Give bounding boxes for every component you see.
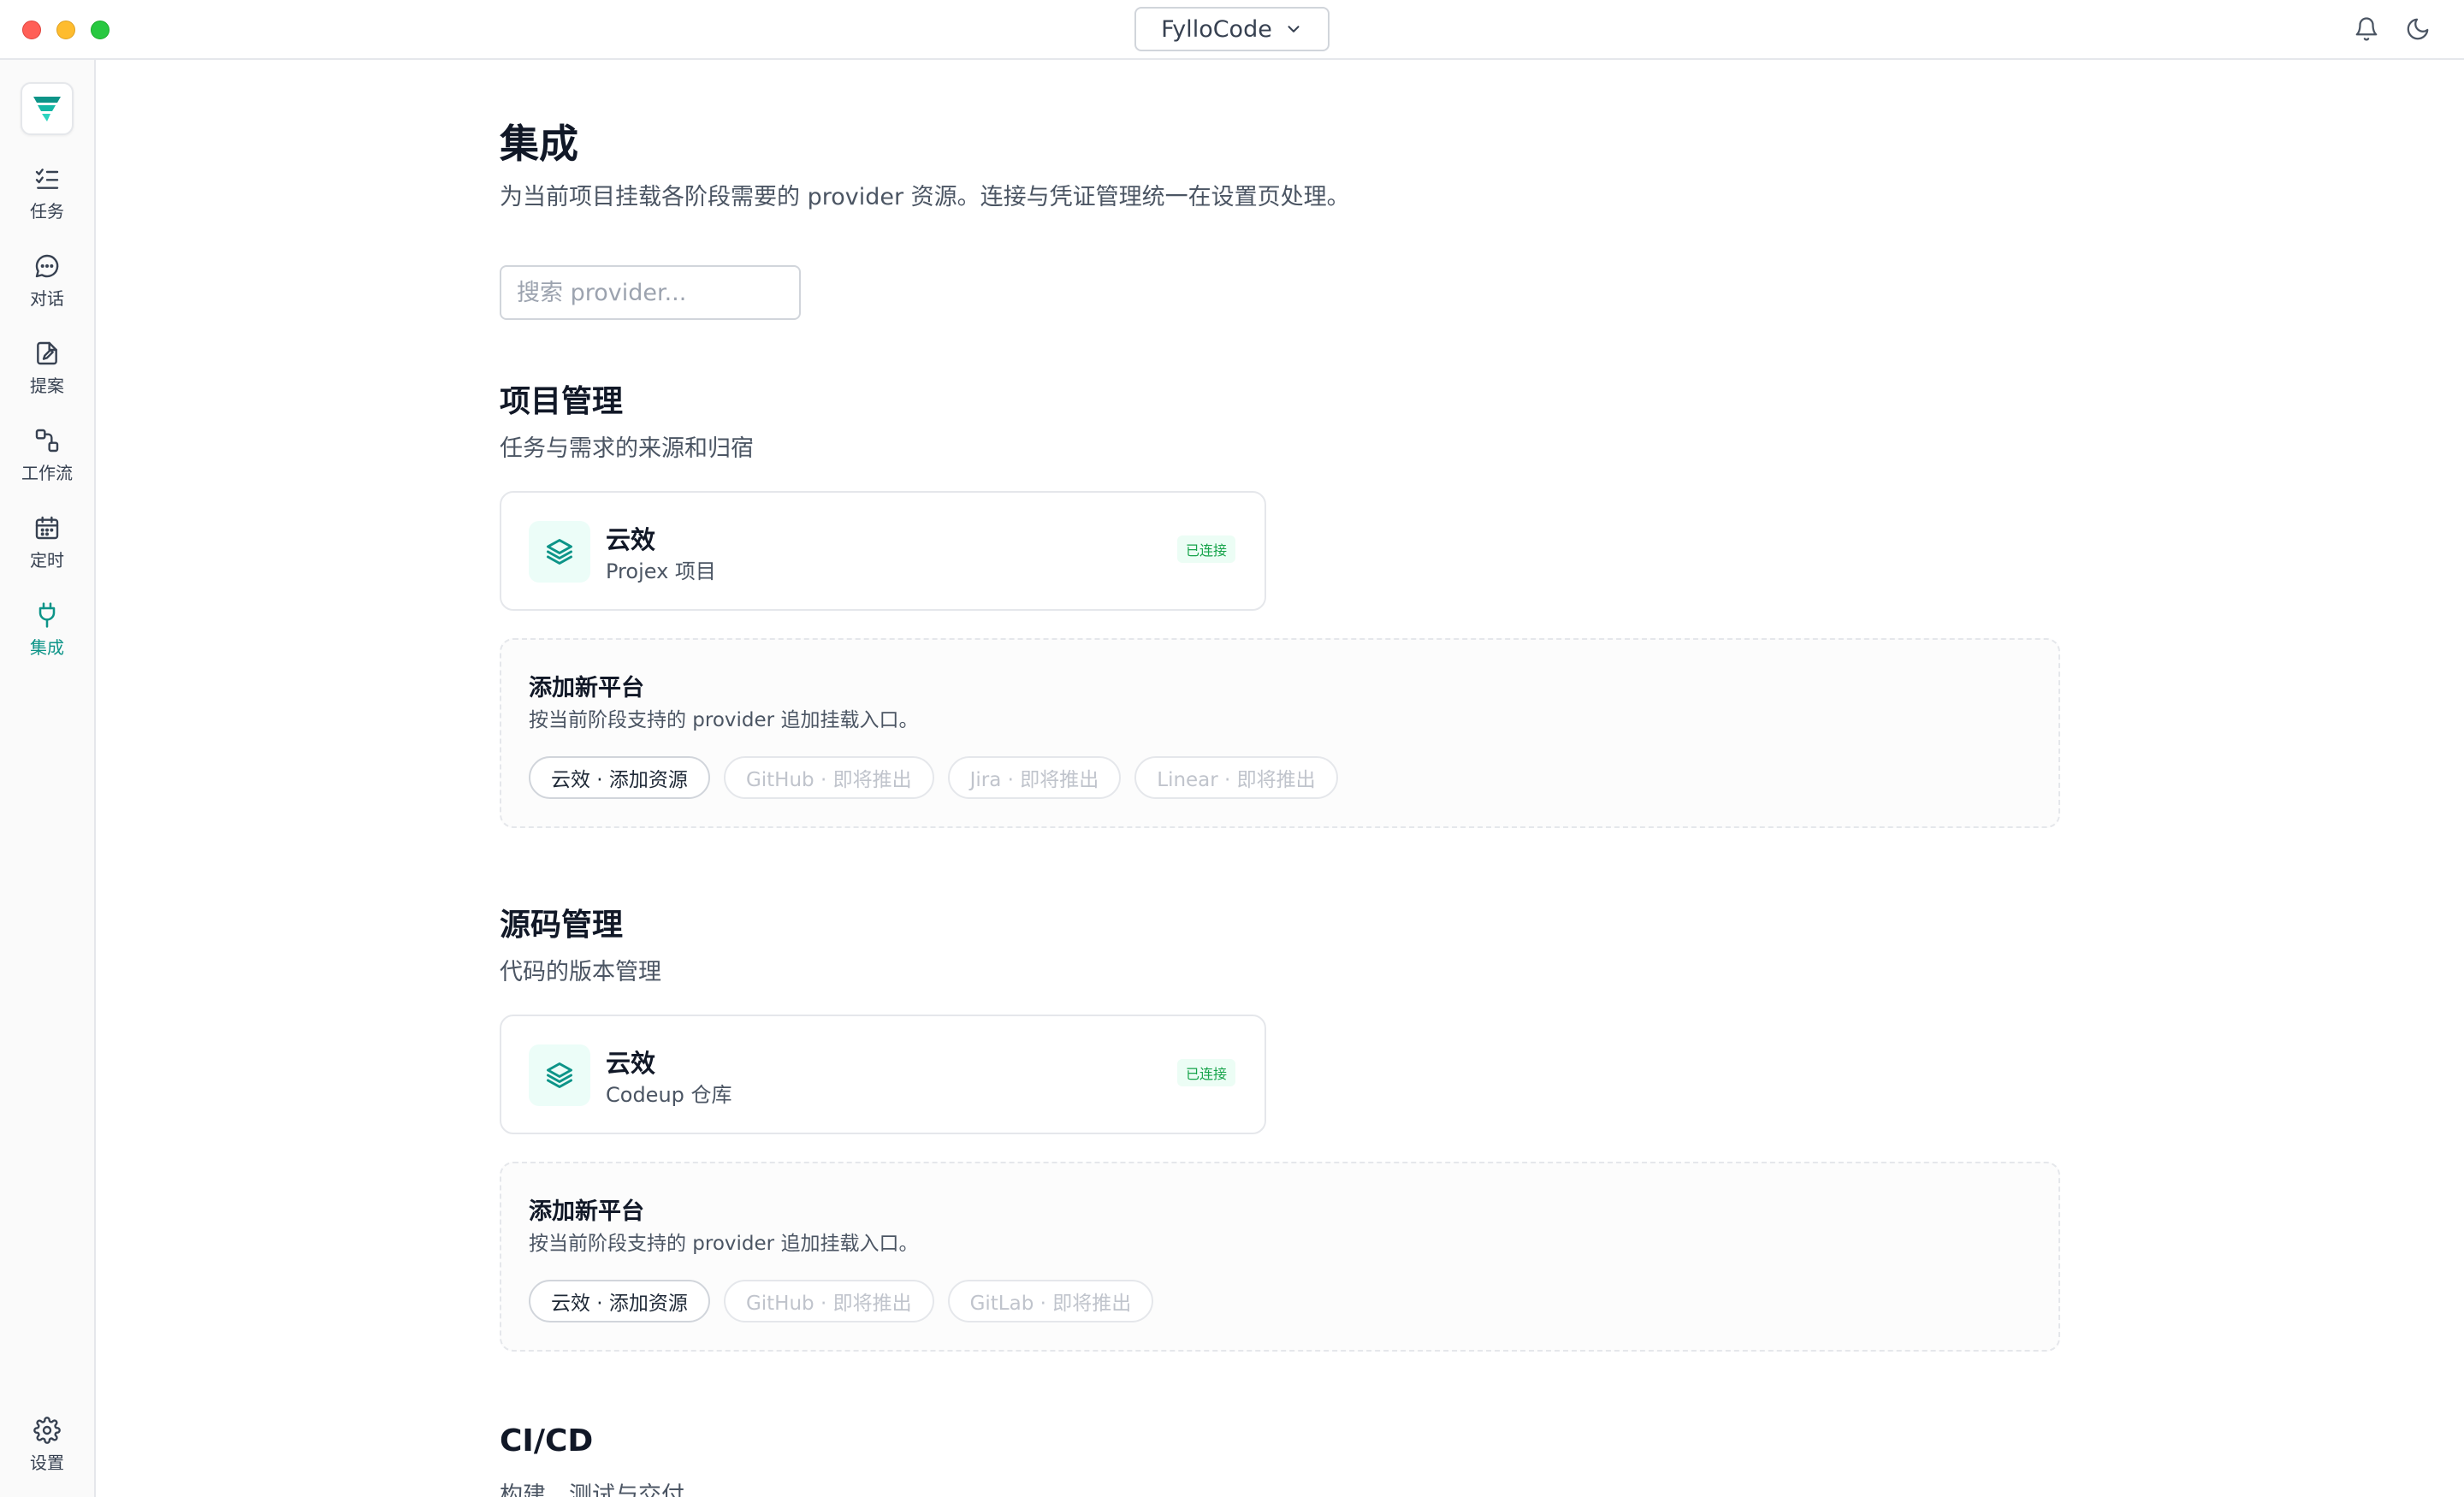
gear-icon [33, 1416, 61, 1444]
sidebar-item-label: 设置 [30, 1452, 64, 1473]
plug-icon [38, 601, 56, 628]
sidebar-item-label: 定时 [30, 549, 64, 571]
chevron-down-icon [1288, 26, 1300, 33]
sidebar-item-proposals[interactable]: 提案 [0, 328, 94, 407]
sidebar-item-integrations[interactable]: 集成 [0, 590, 94, 669]
provider-chip-group: 云效 · 添加资源 GitHub · 即将推出 Jira · 即将推出 Line… [529, 756, 1338, 799]
add-platform-panel-project-management: 添加新平台 按当前阶段支持的 provider 追加挂载入口。 云效 · 添加资… [500, 638, 2060, 828]
provider-resource: Codeup 仓库 [606, 1083, 732, 1107]
github-coming-soon-chip: GitHub · 即将推出 [723, 1280, 934, 1322]
sidebar-item-settings[interactable]: 设置 [0, 1403, 94, 1487]
connected-badge: 已连接 [1176, 535, 1235, 563]
workflow-icon [35, 429, 59, 452]
layers-icon [547, 1062, 572, 1088]
provider-icon [529, 1044, 590, 1106]
workspace-selector[interactable]: FylloCode [1134, 7, 1330, 51]
app-logo[interactable] [21, 82, 74, 135]
sidebar-item-chat[interactable]: 对话 [0, 241, 94, 320]
calendar-icon [35, 516, 59, 539]
linear-coming-soon-chip: Linear · 即将推出 [1134, 756, 1338, 799]
notifications-button[interactable] [2351, 14, 2382, 44]
section-title-source-control: 源码管理 [500, 908, 624, 943]
section-subtitle-source-control: 代码的版本管理 [500, 959, 661, 985]
sidebar-item-schedule[interactable]: 定时 [0, 503, 94, 582]
moon-icon [2407, 18, 2429, 40]
section-title-project-management: 项目管理 [500, 384, 624, 419]
jira-coming-soon-chip: Jira · 即将推出 [947, 756, 1122, 799]
layers-icon [547, 539, 572, 565]
provider-name: 云效 [606, 1049, 656, 1078]
add-platform-subtitle: 按当前阶段支持的 provider 追加挂载入口。 [529, 1233, 919, 1255]
provider-card-yunxiao-projex[interactable]: 云效 Projex 项目 已连接 [500, 491, 1266, 611]
section-subtitle-cicd: 构建、测试与交付 [500, 1482, 684, 1497]
page-subtitle: 为当前项目挂载各阶段需要的 provider 资源。连接与凭证管理统一在设置页处… [500, 184, 1350, 210]
provider-chip-group: 云效 · 添加资源 GitHub · 即将推出 GitLab · 即将推出 [529, 1280, 1154, 1322]
bell-icon [2355, 17, 2378, 41]
connected-badge: 已连接 [1176, 1059, 1235, 1086]
sidebar-item-workflow[interactable]: 工作流 [0, 416, 94, 494]
page-title: 集成 [500, 121, 578, 167]
gitlab-coming-soon-chip: GitLab · 即将推出 [947, 1280, 1154, 1322]
section-title-cicd: CI/CD [500, 1423, 594, 1459]
sidebar-item-tasks[interactable]: 任务 [0, 154, 94, 233]
add-platform-title: 添加新平台 [529, 1198, 644, 1225]
sidebar-item-label: 提案 [30, 375, 64, 396]
task-list-icon [35, 168, 59, 189]
add-platform-panel-source-control: 添加新平台 按当前阶段支持的 provider 追加挂载入口。 云效 · 添加资… [500, 1162, 2060, 1352]
sidebar: 任务 对话 提案 工作流 定时 集成 设置 [0, 60, 96, 1497]
chat-bubble-icon [35, 254, 59, 277]
provider-name: 云效 [606, 525, 656, 554]
window-minimize-button[interactable] [56, 21, 75, 39]
provider-resource: Projex 项目 [606, 559, 716, 583]
add-platform-title: 添加新平台 [529, 675, 644, 701]
sidebar-item-label: 集成 [30, 636, 64, 658]
provider-search-input[interactable] [500, 265, 801, 320]
provider-icon [529, 521, 590, 583]
add-yunxiao-resource-button[interactable]: 云效 · 添加资源 [529, 756, 710, 799]
sidebar-item-label: 工作流 [21, 462, 73, 483]
document-edit-icon [37, 341, 57, 364]
provider-card-yunxiao-codeup[interactable]: 云效 Codeup 仓库 已连接 [500, 1015, 1266, 1134]
logo-icon [33, 97, 61, 121]
add-yunxiao-resource-button[interactable]: 云效 · 添加资源 [529, 1280, 710, 1322]
sidebar-item-label: 对话 [30, 287, 64, 309]
theme-toggle-button[interactable] [2402, 14, 2433, 44]
github-coming-soon-chip: GitHub · 即将推出 [723, 756, 934, 799]
window-zoom-button[interactable] [91, 21, 110, 39]
add-platform-subtitle: 按当前阶段支持的 provider 追加挂载入口。 [529, 709, 919, 731]
section-subtitle-project-management: 任务与需求的来源和归宿 [500, 435, 754, 462]
sidebar-item-label: 任务 [30, 200, 64, 222]
workspace-name: FylloCode [1161, 15, 1272, 43]
title-bar: FylloCode [0, 0, 2464, 60]
main-content: 集成 为当前项目挂载各阶段需要的 provider 资源。连接与凭证管理统一在设… [96, 62, 2464, 1497]
window-close-button[interactable] [22, 21, 41, 39]
